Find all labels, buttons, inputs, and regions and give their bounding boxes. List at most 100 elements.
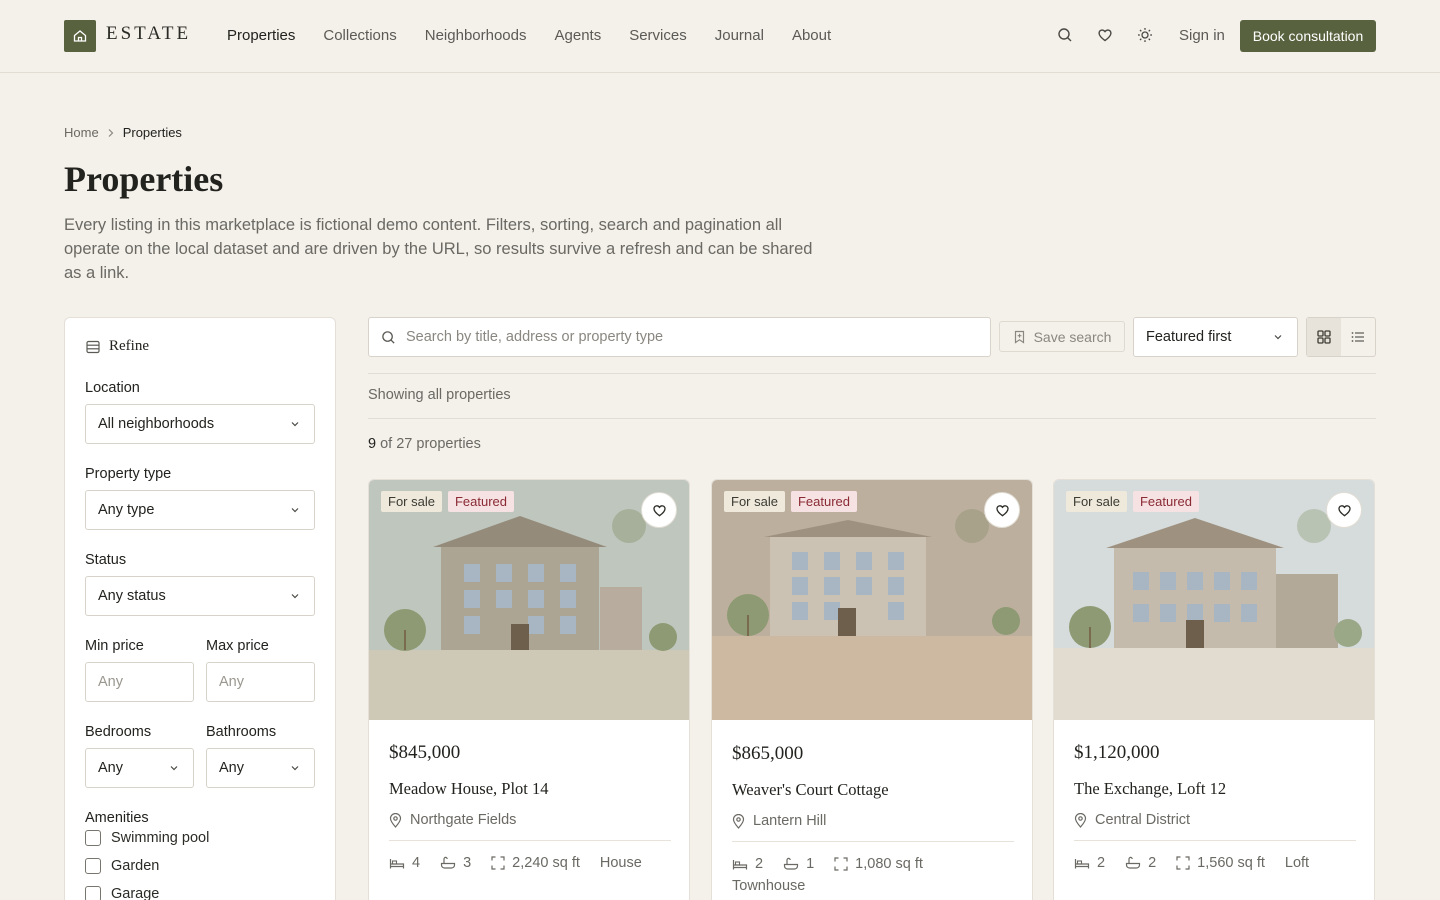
listing-title[interactable]: The Exchange, Loft 12	[1074, 779, 1226, 799]
results-summary: Showing all properties	[368, 387, 511, 403]
max-price-input[interactable]: Any	[206, 662, 315, 702]
bed-icon	[1074, 858, 1090, 868]
sort-select[interactable]: Featured first	[1133, 317, 1298, 357]
spec-area: 1,560 sq ft	[1176, 855, 1265, 871]
spec-area: 2,240 sq ft	[491, 855, 580, 871]
nav-neighborhoods[interactable]: Neighborhoods	[425, 27, 527, 44]
map-pin-icon	[389, 812, 402, 828]
grid-view-icon[interactable]	[1307, 318, 1341, 356]
property-search-input[interactable]: Search by title, address or property typ…	[368, 317, 991, 357]
home-logo-icon[interactable]	[64, 20, 96, 52]
amenities-label: Amenities	[85, 810, 149, 826]
nav-about[interactable]: About	[792, 27, 831, 44]
listing-price: $865,000	[732, 743, 804, 764]
page-title: Properties	[64, 159, 224, 199]
featured-badge: Featured	[790, 491, 858, 512]
status-select[interactable]: Any status	[85, 576, 315, 616]
status-badge: For sale	[724, 491, 785, 512]
amenity-swimming-pool[interactable]: Swimming pool	[85, 830, 209, 846]
spec-type: House	[599, 855, 642, 871]
filter-list-icon	[86, 340, 100, 353]
filter-panel: Refine Location All neighborhoods Proper…	[64, 317, 336, 900]
status-badge: For sale	[381, 491, 442, 512]
bathrooms-value: Any	[219, 760, 244, 776]
breadcrumb-home[interactable]: Home	[64, 125, 99, 140]
map-pin-icon	[732, 813, 745, 829]
nav-services[interactable]: Services	[629, 27, 687, 44]
divider	[368, 418, 1376, 419]
property-card[interactable]: For sale Featured $1,120,000 The Exchang…	[1053, 479, 1375, 900]
chevron-down-icon	[291, 422, 299, 427]
listing-price: $1,120,000	[1074, 742, 1160, 763]
result-count-total: of 27 properties	[380, 436, 481, 452]
page-description: Every listing in this marketplace is fic…	[64, 216, 813, 282]
listing-location: Lantern Hill	[732, 813, 826, 829]
breadcrumb: Home Properties	[64, 125, 182, 140]
view-toggle	[1306, 317, 1376, 357]
heart-icon	[995, 504, 1009, 516]
search-icon[interactable]	[1056, 26, 1074, 44]
nav-agents[interactable]: Agents	[555, 27, 602, 44]
amenity-label: Garage	[111, 886, 160, 900]
listing-specs: 4 3 2,240 sq ft House	[389, 855, 679, 871]
heart-icon	[652, 504, 666, 516]
bath-icon	[1125, 856, 1141, 869]
map-pin-icon	[1074, 812, 1087, 828]
listing-location: Northgate Fields	[389, 812, 516, 828]
checkbox[interactable]	[85, 858, 101, 874]
nav-collections[interactable]: Collections	[323, 27, 396, 44]
baths-value: 2	[1148, 855, 1157, 871]
heart-icon	[1337, 504, 1351, 516]
card-divider	[732, 841, 1014, 842]
spec-beds: 4	[389, 855, 420, 871]
site-header: ESTATE Properties Collections Neighborho…	[0, 0, 1440, 73]
brand-name[interactable]: ESTATE	[106, 23, 191, 45]
listing-title[interactable]: Meadow House, Plot 14	[389, 779, 549, 799]
bath-icon	[440, 856, 456, 869]
listing-specs: 2 1 1,080 sq ft Townhouse	[732, 856, 962, 894]
sort-value: Featured first	[1146, 329, 1232, 345]
checkbox[interactable]	[85, 886, 101, 900]
amenity-garage[interactable]: Garage	[85, 886, 159, 900]
sun-icon[interactable]	[1136, 26, 1154, 44]
spec-beds: 2	[1074, 855, 1105, 871]
bedrooms-select[interactable]: Any	[85, 748, 194, 788]
baths-value: 3	[463, 855, 472, 871]
bookmark-plus-icon	[1014, 330, 1024, 344]
sign-in-link[interactable]: Sign in	[1179, 27, 1225, 44]
nav-journal[interactable]: Journal	[715, 27, 764, 44]
heart-icon[interactable]	[1096, 26, 1114, 44]
location-select[interactable]: All neighborhoods	[85, 404, 315, 444]
bathrooms-select[interactable]: Any	[206, 748, 315, 788]
spec-type: Loft	[1284, 855, 1310, 871]
beds-value: 2	[755, 856, 764, 872]
min-price-input[interactable]: Any	[85, 662, 194, 702]
area-icon	[834, 857, 848, 871]
listing-title[interactable]: Weaver's Court Cottage	[732, 780, 889, 800]
favorite-button[interactable]	[984, 492, 1020, 528]
location-value: All neighborhoods	[98, 416, 215, 432]
bedrooms-label: Bedrooms	[85, 724, 152, 740]
favorite-button[interactable]	[641, 492, 677, 528]
book-consultation-button[interactable]: Book consultation	[1240, 20, 1376, 52]
beds-value: 2	[1097, 855, 1106, 871]
favorite-button[interactable]	[1326, 492, 1362, 528]
property-card[interactable]: For sale Featured $845,000 Meadow House,…	[368, 479, 690, 900]
bed-icon	[732, 859, 748, 869]
property-type-select[interactable]: Any type	[85, 490, 315, 530]
chevron-down-icon	[291, 508, 299, 513]
bedrooms-value: Any	[98, 760, 123, 776]
status-badge: For sale	[1066, 491, 1127, 512]
area-value: 1,560 sq ft	[1197, 855, 1265, 871]
nav-properties[interactable]: Properties	[227, 27, 295, 44]
status-label: Status	[85, 552, 127, 568]
location-label: Location	[85, 380, 140, 396]
property-card[interactable]: For sale Featured $865,000 Weaver's Cour…	[711, 479, 1033, 900]
list-view-icon[interactable]	[1341, 318, 1375, 356]
checkbox[interactable]	[85, 830, 101, 846]
save-search-button[interactable]: Save search	[999, 321, 1125, 352]
featured-badge: Featured	[1132, 491, 1200, 512]
area-icon	[491, 856, 505, 870]
amenity-garden[interactable]: Garden	[85, 858, 159, 874]
location-text: Northgate Fields	[410, 812, 517, 828]
